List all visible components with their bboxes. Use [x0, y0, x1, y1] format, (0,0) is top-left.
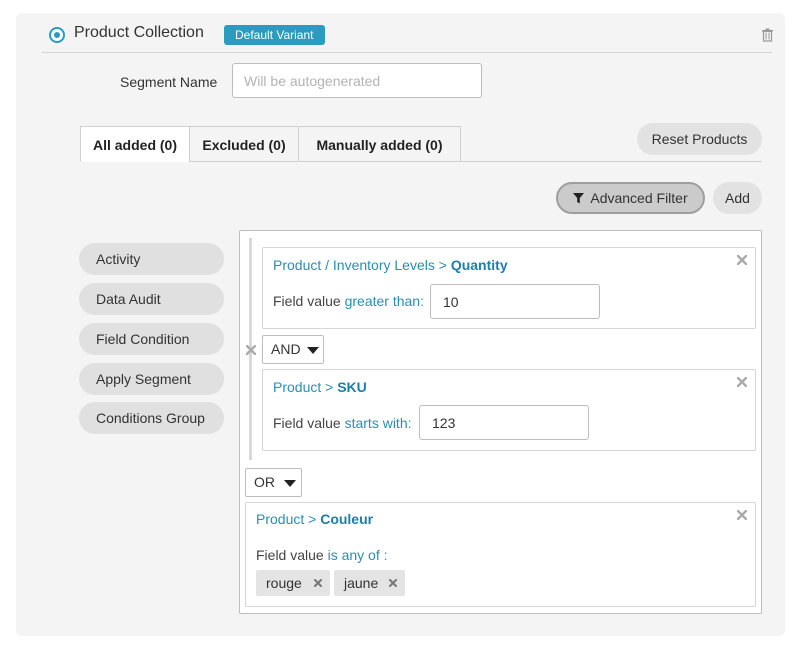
default-variant-badge: Default Variant: [224, 25, 325, 45]
field-value-label: Field value greater than:: [273, 293, 424, 309]
tab-excluded[interactable]: Excluded (0): [189, 126, 299, 162]
sku-value-input[interactable]: [419, 405, 589, 440]
sidebar-item-activity[interactable]: Activity: [79, 243, 224, 275]
field-value-label: Field value starts with:: [273, 415, 412, 431]
or-select-label: OR: [254, 474, 275, 490]
filter-icon: [573, 193, 585, 204]
close-icon[interactable]: [737, 377, 747, 387]
close-icon[interactable]: [314, 579, 322, 587]
tab-manually-added[interactable]: Manually added (0): [298, 126, 461, 162]
advanced-filter-button[interactable]: Advanced Filter: [556, 182, 705, 214]
header-divider: [42, 52, 772, 53]
tag-label: rouge: [266, 575, 302, 591]
close-icon[interactable]: [737, 510, 747, 520]
tag-jaune: jaune: [334, 570, 405, 596]
close-icon[interactable]: [737, 255, 747, 265]
field-value-label: Field value is any of :: [256, 547, 388, 563]
tag-rouge: rouge: [256, 570, 330, 596]
sidebar-item-apply-segment[interactable]: Apply Segment: [79, 363, 224, 395]
sidebar-item-field-condition[interactable]: Field Condition: [79, 323, 224, 355]
close-icon[interactable]: [389, 579, 397, 587]
and-select-label: AND: [271, 341, 301, 357]
add-button[interactable]: Add: [713, 182, 762, 214]
reset-products-button[interactable]: Reset Products: [637, 123, 762, 155]
condition-path: Product > Couleur: [256, 511, 374, 527]
segment-name-input[interactable]: [232, 63, 482, 98]
tag-label: jaune: [344, 575, 379, 591]
tab-all-added[interactable]: All added (0): [80, 126, 190, 162]
close-icon[interactable]: [246, 345, 256, 355]
collection-title: Product Collection: [74, 24, 204, 41]
sidebar-item-conditions-group[interactable]: Conditions Group: [79, 402, 224, 434]
trash-icon[interactable]: [761, 28, 774, 42]
variant-radio[interactable]: [49, 27, 65, 43]
condition-path: Product > SKU: [273, 379, 367, 395]
condition-path: Product / Inventory Levels > Quantity: [273, 257, 508, 273]
quantity-value-input[interactable]: [430, 284, 600, 319]
and-select[interactable]: AND: [262, 335, 324, 364]
segment-name-label: Segment Name: [120, 74, 218, 90]
or-select[interactable]: OR: [245, 468, 302, 497]
caret-down-icon: [307, 347, 319, 354]
sidebar-item-data-audit[interactable]: Data Audit: [79, 283, 224, 315]
caret-down-icon: [284, 480, 296, 487]
advanced-filter-label: Advanced Filter: [590, 190, 688, 206]
